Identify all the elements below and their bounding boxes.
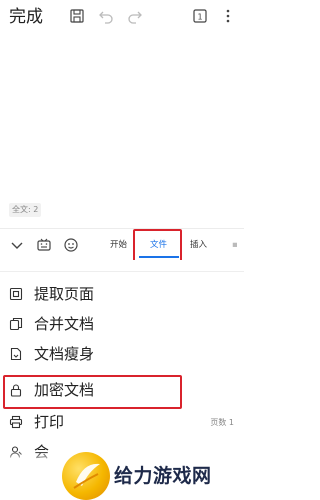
- file-tab-highlight-box: [133, 229, 182, 262]
- page-count-icon[interactable]: 1: [191, 7, 209, 25]
- encrypt-doc-highlight-box: [3, 375, 182, 409]
- menu-item-print[interactable]: 打印 页数 1: [0, 408, 244, 438]
- brand-name: 给力游戏网: [114, 465, 212, 487]
- tab-start[interactable]: 开始: [110, 238, 127, 252]
- cut-off-menu-item[interactable]: [0, 260, 244, 270]
- menu-item-label: 打印: [34, 413, 65, 431]
- slim-doc-icon: [9, 347, 23, 361]
- top-bar: 完成 1: [0, 0, 244, 34]
- menu-item-extract-pages[interactable]: 提取页面: [0, 280, 244, 310]
- menu-item-label: 文档瘦身: [34, 345, 95, 363]
- menu-item-merge-docs[interactable]: 合并文档: [0, 310, 244, 340]
- document-editor[interactable]: [0, 34, 244, 202]
- tab-overflow-hint: ▪: [232, 240, 238, 250]
- page-count-label: 页数 1: [210, 418, 234, 427]
- save-icon[interactable]: [68, 7, 86, 25]
- chevron-down-icon[interactable]: [9, 237, 25, 253]
- extract-pages-icon: [9, 287, 23, 301]
- done-button[interactable]: 完成: [9, 6, 43, 28]
- menu-item-label: 合并文档: [34, 315, 95, 333]
- menu-item-label: 提取页面: [34, 285, 95, 303]
- divider: [0, 271, 244, 272]
- emoji-icon[interactable]: [63, 237, 79, 253]
- brand-logo: [62, 452, 110, 500]
- merge-docs-icon: [9, 317, 23, 331]
- tab-insert[interactable]: 插入: [190, 238, 207, 252]
- word-count-badge: 全文: 2: [9, 203, 42, 217]
- svg-text:1: 1: [197, 13, 202, 22]
- bottom-toolbar: 开始 文件 插入 ▪: [0, 228, 244, 260]
- printer-icon: [9, 415, 23, 429]
- undo-icon[interactable]: [97, 7, 115, 25]
- keyboard-icon[interactable]: [36, 237, 52, 253]
- menu-item-slim-doc[interactable]: 文档瘦身: [0, 340, 244, 370]
- more-icon[interactable]: [219, 7, 237, 25]
- redo-icon[interactable]: [126, 7, 144, 25]
